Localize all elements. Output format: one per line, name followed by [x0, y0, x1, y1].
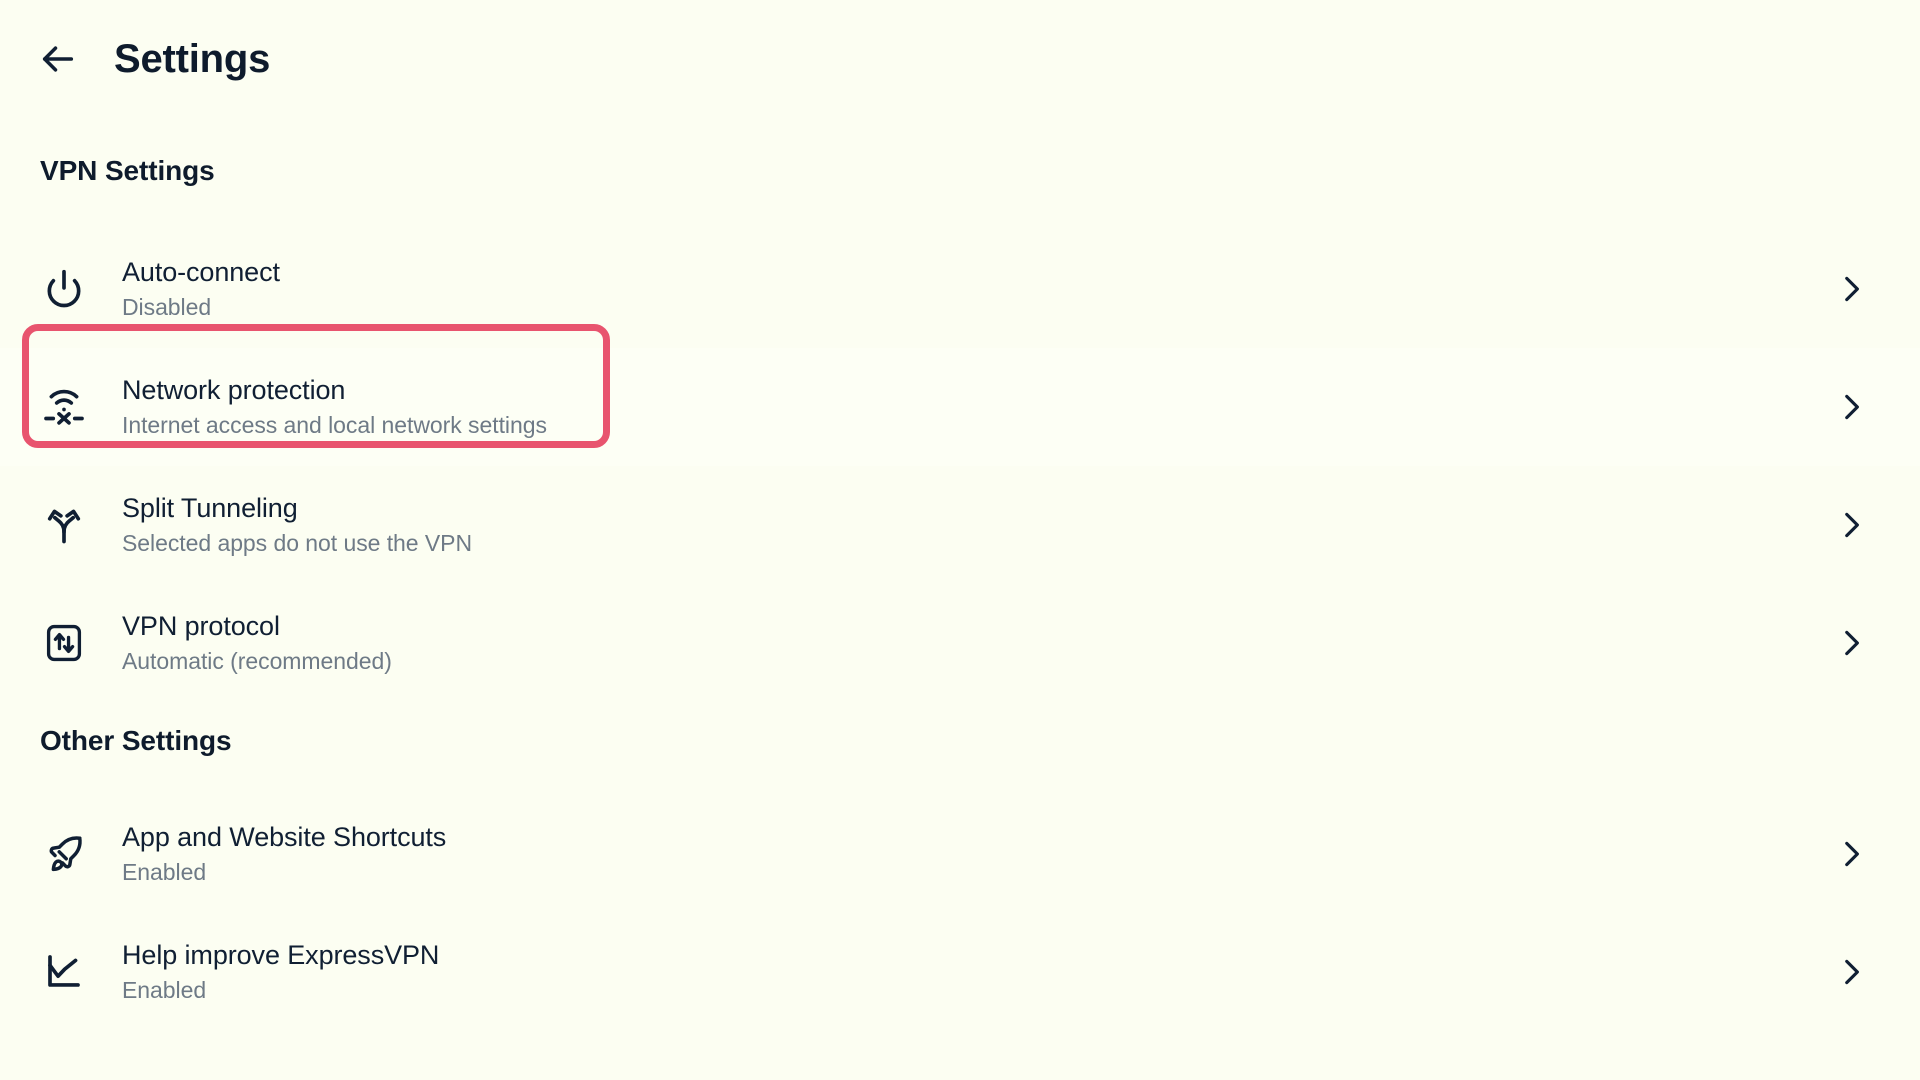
back-button[interactable] [26, 27, 90, 91]
section-heading-other-settings: Other Settings [40, 725, 232, 756]
arrow-left-icon [38, 39, 78, 79]
settings-row-subtitle: Enabled [122, 858, 207, 885]
settings-row-auto-connect[interactable]: Auto-connect Disabled [0, 230, 1920, 348]
chevron-right-icon[interactable] [1834, 272, 1868, 306]
settings-row-title: VPN protocol [122, 611, 280, 642]
chevron-right-icon[interactable] [1834, 626, 1868, 660]
header-bar: Settings [0, 0, 1920, 118]
settings-row-text: VPN protocol Automatic (recommended) [122, 609, 392, 676]
section-heading-vpn-settings: VPN Settings [40, 155, 215, 186]
settings-row-network-protection[interactable]: Network protection Internet access and l… [0, 348, 1920, 466]
settings-row-text: Split Tunneling Selected apps do not use… [122, 491, 472, 558]
vpn-settings-list: Auto-connect Disabled Network protection… [0, 230, 1920, 702]
settings-row-help-improve-expressvpn[interactable]: Help improve ExpressVPN Enabled [0, 913, 1920, 1031]
split-tunneling-icon [30, 503, 98, 547]
vpn-protocol-icon [30, 622, 98, 664]
settings-row-app-and-website-shortcuts[interactable]: App and Website Shortcuts Enabled [0, 795, 1920, 913]
settings-row-title: Auto-connect [122, 257, 280, 288]
other-settings-list: App and Website Shortcuts Enabled Help i… [0, 795, 1920, 1031]
settings-row-title: Help improve ExpressVPN [122, 940, 440, 971]
chevron-right-icon[interactable] [1834, 837, 1868, 871]
settings-row-subtitle: Internet access and local network settin… [122, 411, 547, 438]
chevron-right-icon[interactable] [1834, 390, 1868, 424]
settings-row-title: App and Website Shortcuts [122, 822, 447, 853]
line-chart-icon [30, 951, 98, 993]
settings-row-text: App and Website Shortcuts Enabled [122, 820, 446, 887]
settings-row-subtitle: Selected apps do not use the VPN [122, 529, 473, 556]
chevron-right-icon[interactable] [1834, 508, 1868, 542]
page-title: Settings [114, 36, 271, 81]
settings-row-subtitle: Automatic (recommended) [122, 647, 392, 674]
settings-row-split-tunneling[interactable]: Split Tunneling Selected apps do not use… [0, 466, 1920, 584]
settings-screen: Settings VPN Settings Auto-connect Disab… [0, 0, 1920, 1080]
settings-row-subtitle: Disabled [122, 293, 212, 320]
power-icon [30, 267, 98, 311]
settings-row-text: Help improve ExpressVPN Enabled [122, 938, 439, 1005]
chevron-right-icon[interactable] [1834, 955, 1868, 989]
rocket-icon [30, 832, 98, 876]
settings-row-subtitle: Enabled [122, 976, 207, 1003]
settings-row-title: Split Tunneling [122, 493, 298, 524]
settings-row-title: Network protection [122, 375, 346, 406]
settings-row-text: Auto-connect Disabled [122, 255, 280, 322]
network-protection-icon [30, 384, 98, 430]
settings-row-vpn-protocol[interactable]: VPN protocol Automatic (recommended) [0, 584, 1920, 702]
settings-row-text: Network protection Internet access and l… [122, 373, 547, 440]
